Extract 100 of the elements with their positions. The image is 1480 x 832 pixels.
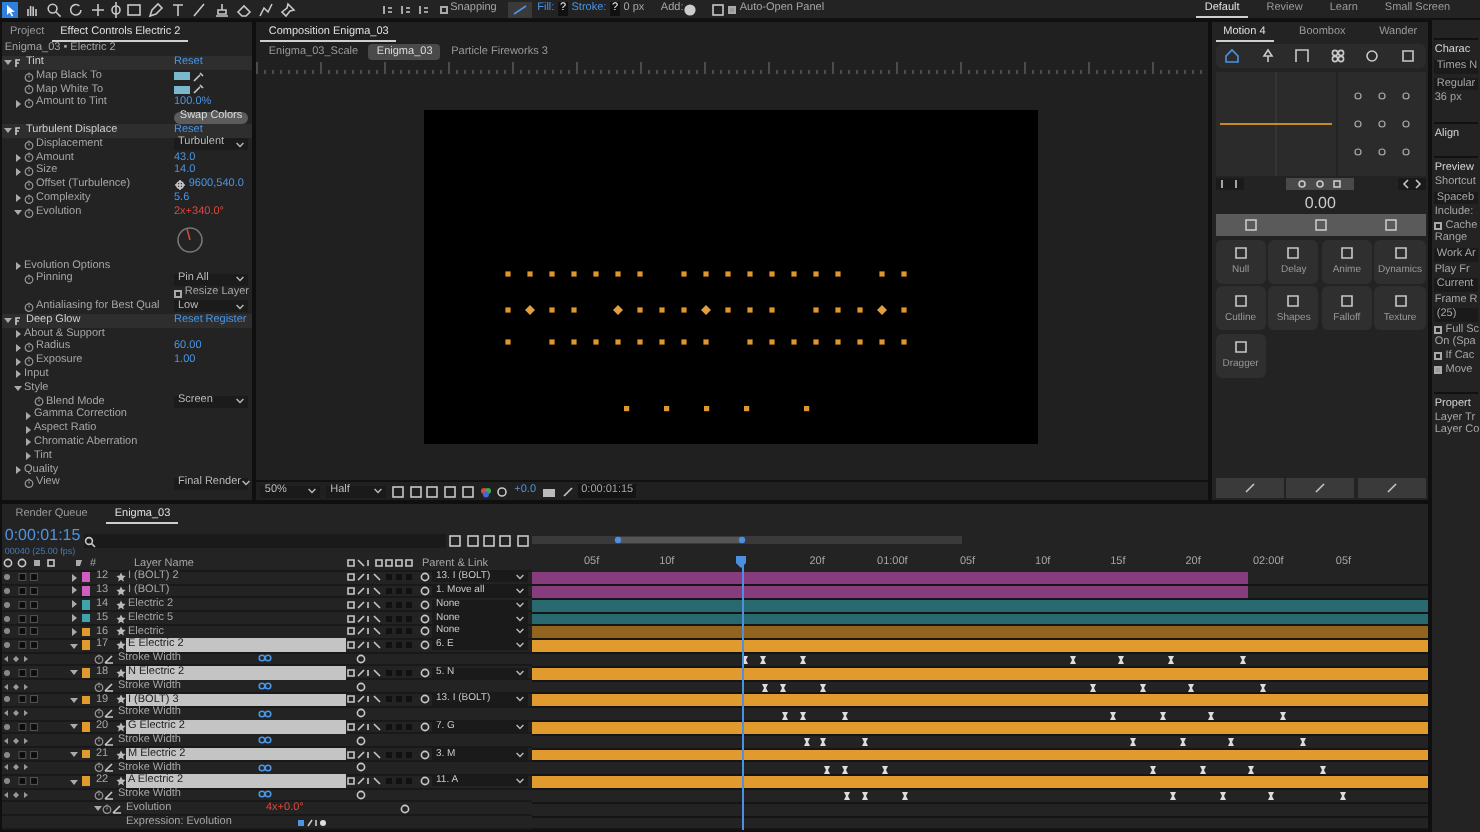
keyframe-icon[interactable] (843, 792, 850, 801)
keyframe-icon[interactable] (803, 738, 810, 747)
expression-link-icon[interactable] (258, 682, 272, 691)
keyframe-icon[interactable] (841, 711, 848, 720)
checkbox[interactable] (1434, 326, 1443, 335)
keyframe-icon[interactable] (1069, 656, 1076, 665)
snap-options-icon[interactable] (507, 1, 532, 17)
keyframe-icon[interactable] (780, 684, 787, 693)
keyframe-icon[interactable] (1228, 738, 1235, 747)
keyframe-navigator-icon[interactable] (2, 708, 30, 719)
keyframe-icon[interactable] (1208, 711, 1215, 720)
stopwatch-icon[interactable] (24, 207, 34, 218)
stopwatch-icon[interactable] (24, 139, 34, 150)
label-color-swatch[interactable] (82, 572, 90, 582)
twirl-icon[interactable] (24, 411, 32, 420)
pen-icon[interactable] (148, 1, 165, 17)
keyframe-navigator-icon[interactable] (2, 681, 30, 692)
keyframe-navigator-icon[interactable] (2, 653, 30, 664)
snapping-checkbox[interactable] (439, 5, 448, 13)
crosshair-icon[interactable] (174, 180, 186, 191)
keyframe-icon[interactable] (782, 711, 789, 720)
keyframe-icon[interactable] (1300, 738, 1307, 747)
selection-arrow-icon[interactable] (2, 1, 19, 17)
pick-whip-icon[interactable] (420, 776, 430, 787)
keyframe-icon[interactable] (820, 684, 827, 693)
pick-whip-icon[interactable] (399, 803, 410, 814)
stopwatch-icon[interactable] (94, 735, 104, 746)
keyframe-icon[interactable] (1159, 711, 1166, 720)
stopwatch-icon[interactable] (24, 356, 34, 367)
label-color-swatch[interactable] (82, 600, 90, 610)
twirl-icon[interactable] (70, 695, 78, 704)
keyframe-icon[interactable] (1320, 765, 1327, 774)
label-color-swatch[interactable] (82, 640, 90, 650)
keyframe-icon[interactable] (1139, 684, 1146, 693)
twirl-icon[interactable] (14, 384, 22, 393)
search-field[interactable] (83, 534, 446, 548)
label-color-swatch[interactable] (82, 695, 90, 705)
color-swatch[interactable] (174, 85, 190, 95)
stopwatch-icon[interactable] (94, 708, 104, 719)
color-swatch[interactable] (174, 71, 190, 81)
twirl-icon[interactable] (70, 627, 78, 636)
checkbox[interactable] (174, 289, 182, 298)
label-color-swatch[interactable] (82, 776, 90, 786)
rectangle-icon[interactable] (126, 1, 143, 17)
checkbox[interactable] (1434, 222, 1443, 231)
twirl-icon[interactable] (70, 641, 78, 650)
keyframe-navigator-icon[interactable] (2, 762, 30, 773)
twirl-icon[interactable] (14, 208, 22, 217)
twirl-icon[interactable] (70, 573, 78, 582)
twirl-icon[interactable] (14, 465, 22, 474)
keyframe-icon[interactable] (1089, 684, 1096, 693)
twirl-icon[interactable] (4, 58, 12, 67)
stopwatch-icon[interactable] (24, 274, 34, 285)
twirl-icon[interactable] (4, 126, 12, 135)
label-color-swatch[interactable] (82, 613, 90, 623)
keyframe-icon[interactable] (800, 656, 807, 665)
twirl-icon[interactable] (14, 153, 22, 162)
expression-link-icon[interactable] (258, 709, 272, 718)
keyframe-icon[interactable] (1219, 792, 1226, 801)
home-icon[interactable] (1224, 48, 1241, 65)
keyframe-icon[interactable] (762, 684, 769, 693)
stopwatch-icon[interactable] (24, 193, 34, 204)
twirl-icon[interactable] (24, 438, 32, 447)
keyframe-icon[interactable] (861, 792, 868, 801)
stopwatch-icon[interactable] (94, 762, 104, 773)
keyframe-icon[interactable] (1199, 765, 1206, 774)
keyframe-icon[interactable] (1109, 711, 1116, 720)
keyframe-icon[interactable] (820, 738, 827, 747)
keyframe-icon[interactable] (1188, 684, 1195, 693)
align-right-icon[interactable] (418, 3, 431, 15)
stopwatch-icon[interactable] (24, 152, 34, 163)
stopwatch-icon[interactable] (24, 301, 34, 312)
stopwatch-icon[interactable] (24, 180, 34, 191)
pick-whip-icon[interactable] (420, 694, 430, 705)
stopwatch-icon[interactable] (94, 789, 104, 800)
align-center-icon[interactable] (400, 3, 413, 15)
crosshair-icon[interactable] (90, 1, 107, 17)
pick-whip-icon[interactable] (356, 762, 366, 773)
timecode-display[interactable]: 0:00:01:15 (4, 526, 81, 546)
keyframe-icon[interactable] (1170, 792, 1177, 801)
stopwatch-icon[interactable] (102, 803, 112, 814)
twirl-icon[interactable] (14, 329, 22, 338)
keyframe-icon[interactable] (1340, 792, 1347, 801)
twirl-icon[interactable] (70, 722, 78, 731)
frame-icon[interactable] (1399, 48, 1416, 65)
keyframe-icon[interactable] (760, 656, 767, 665)
twirl-icon[interactable] (4, 316, 12, 325)
anchor-point-icon[interactable] (108, 1, 125, 17)
stopwatch-icon[interactable] (24, 84, 34, 95)
eyedropper-icon[interactable] (192, 71, 205, 82)
align-left-icon[interactable] (382, 3, 395, 15)
checkbox[interactable] (1434, 365, 1443, 374)
stopwatch-icon[interactable] (24, 342, 34, 353)
label-color-swatch[interactable] (82, 722, 90, 732)
rotate-icon[interactable] (68, 1, 85, 17)
camera-icon[interactable] (541, 485, 556, 497)
type-icon[interactable] (170, 1, 187, 17)
keyframe-icon[interactable] (823, 765, 830, 774)
label-color-swatch[interactable] (82, 668, 90, 678)
keyframe-icon[interactable] (881, 765, 888, 774)
